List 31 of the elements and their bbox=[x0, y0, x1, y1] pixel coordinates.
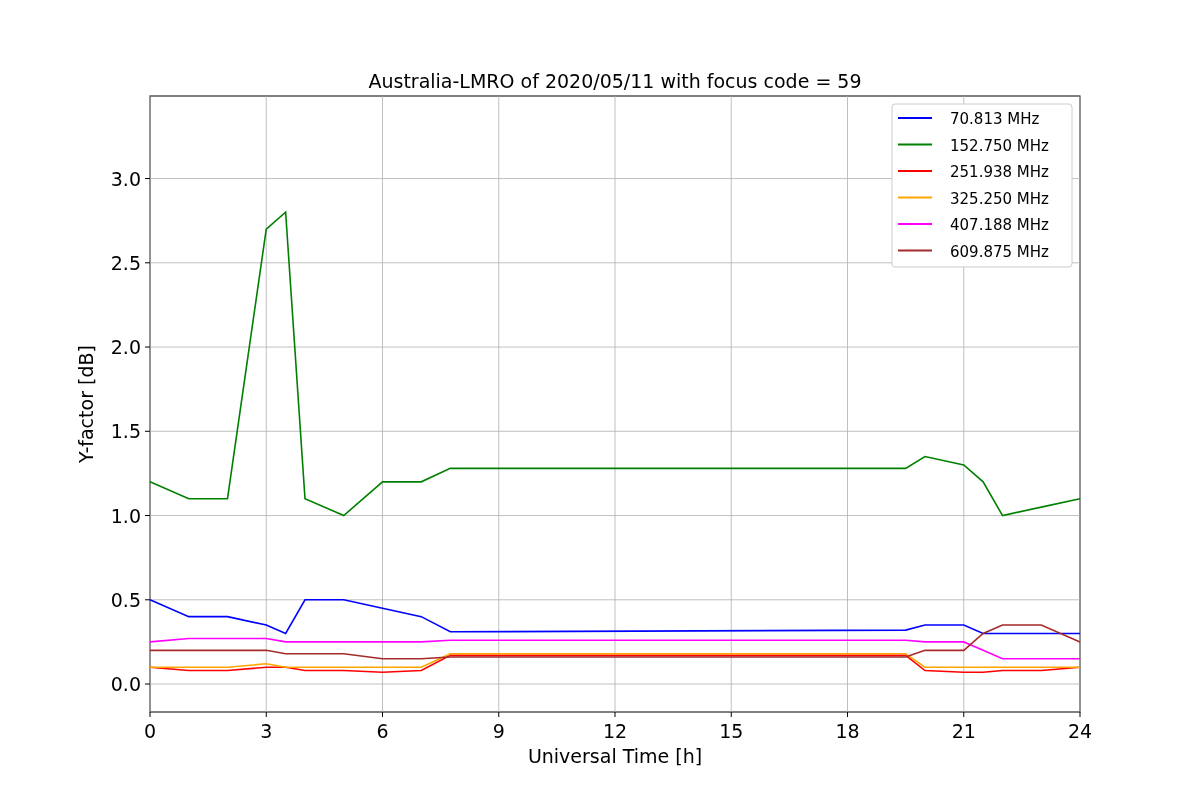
y-axis-label: Y-factor [dB] bbox=[75, 345, 97, 463]
tick-label: 1.0 bbox=[110, 504, 141, 527]
tick-label: 21 bbox=[951, 720, 976, 742]
legend-label: 152.750 MHz bbox=[950, 136, 1049, 155]
tick-label: 2.0 bbox=[110, 336, 141, 359]
chart-title: Australia-LMRO of 2020/05/11 with focus code = 59 bbox=[368, 70, 862, 92]
legend-line-icon bbox=[897, 223, 933, 225]
legend-label: 251.938 MHz bbox=[950, 163, 1049, 181]
tick-label: 0.5 bbox=[110, 588, 141, 611]
legend-line-icon bbox=[897, 143, 933, 146]
legend-line-icon bbox=[897, 196, 933, 199]
tick-label: 18 bbox=[835, 720, 860, 742]
tick-label: 15 bbox=[719, 720, 744, 742]
tick-label: 9 bbox=[492, 720, 505, 742]
legend-label: 70.813 MHz bbox=[950, 110, 1040, 128]
legend-label: 609.875 MHz bbox=[950, 242, 1049, 261]
tick-label: 3.0 bbox=[110, 167, 141, 190]
legend-label: 407.188 MHz bbox=[950, 216, 1049, 234]
tick-label: 12 bbox=[602, 720, 628, 742]
legend-label: 325.250 MHz bbox=[950, 189, 1049, 208]
x-axis-label: Universal Time [h] bbox=[527, 745, 703, 767]
legend-line-icon bbox=[897, 170, 933, 172]
tick-label: 2.5 bbox=[110, 251, 141, 274]
tick-label: 3 bbox=[260, 720, 273, 742]
legend-line-icon bbox=[897, 249, 933, 252]
tick-label: 1.5 bbox=[110, 420, 141, 443]
tick-label: 0 bbox=[143, 720, 157, 742]
tick-label: 6 bbox=[376, 720, 389, 742]
tick-label: 24 bbox=[1067, 720, 1093, 742]
tick-label: 0.0 bbox=[110, 673, 141, 696]
legend-line-icon bbox=[897, 117, 933, 119]
